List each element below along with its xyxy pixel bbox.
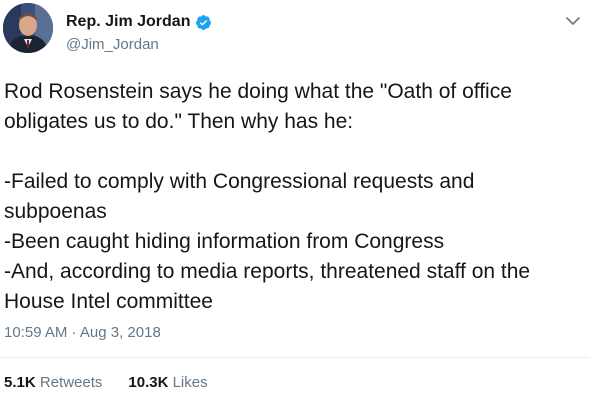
tweet-line: House Intel committee bbox=[4, 290, 213, 313]
tweet-stats: 5.1K Retweets 10.3K Likes bbox=[4, 374, 208, 391]
tweet-line: subpoenas bbox=[4, 200, 107, 223]
verified-badge-icon bbox=[195, 14, 212, 31]
tweet-timestamp[interactable]: 10:59 AM · Aug 3, 2018 bbox=[4, 324, 161, 341]
likes-stat[interactable]: 10.3K Likes bbox=[128, 374, 207, 391]
tweet-line-blank bbox=[4, 137, 584, 167]
tweet-line: -Been caught hiding information from Con… bbox=[4, 230, 445, 253]
likes-count: 10.3K bbox=[128, 374, 169, 391]
avatar[interactable] bbox=[3, 3, 53, 53]
likes-label: Likes bbox=[172, 374, 208, 391]
divider bbox=[0, 357, 590, 358]
tweet-line: obligates us to do." Then why has he: bbox=[4, 110, 354, 133]
chevron-down-icon[interactable] bbox=[566, 16, 580, 26]
author-name-row: Rep. Jim Jordan bbox=[66, 13, 212, 31]
author-handle[interactable]: @Jim_Jordan bbox=[66, 36, 159, 53]
tweet-line: Rod Rosenstein says he doing what the "O… bbox=[4, 80, 512, 103]
retweets-stat[interactable]: 5.1K Retweets bbox=[4, 374, 102, 391]
tweet-text: Rod Rosenstein says he doing what the "O… bbox=[4, 77, 584, 317]
profile-photo-icon bbox=[3, 3, 53, 53]
tweet-line: -Failed to comply with Congressional req… bbox=[4, 170, 475, 193]
retweets-count: 5.1K bbox=[4, 374, 36, 391]
retweets-label: Retweets bbox=[39, 374, 103, 391]
author-display-name[interactable]: Rep. Jim Jordan bbox=[66, 13, 190, 31]
tweet-card: Rep. Jim Jordan @Jim_Jordan Rod Rosenste… bbox=[0, 0, 590, 410]
tweet-line: -And, according to media reports, threat… bbox=[4, 260, 531, 283]
